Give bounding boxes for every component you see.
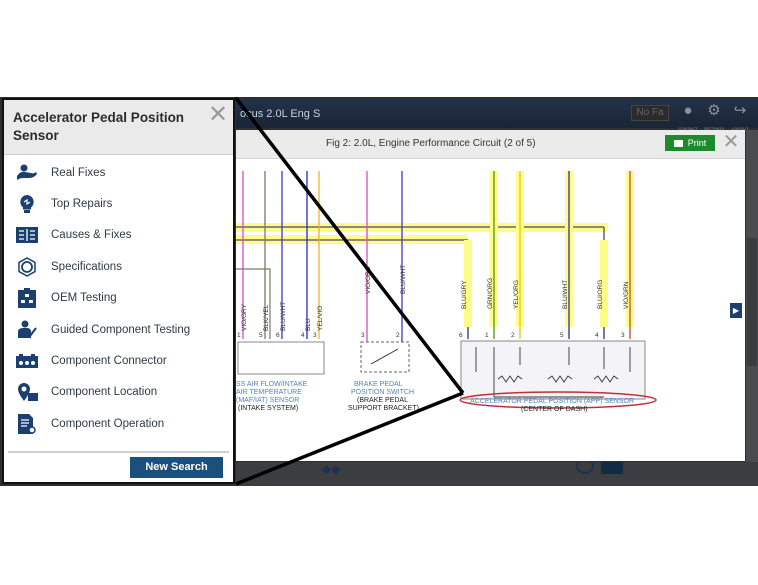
- wire-code-label: VIO/GRY: [241, 303, 248, 331]
- menu-item-label: OEM Testing: [51, 292, 117, 305]
- pin-number: 6: [459, 332, 463, 339]
- wire-code-label: BLU/WHT: [280, 302, 287, 331]
- real-fixes-icon: [16, 163, 38, 183]
- next-figure-button[interactable]: ▶: [730, 303, 742, 318]
- pin-number: 5: [560, 332, 564, 339]
- app-sensor-location: (CENTER OF DASH): [521, 406, 588, 413]
- new-search-button[interactable]: New Search: [130, 457, 223, 478]
- logout-icon[interactable]: ↪ LOGOUT: [728, 102, 752, 131]
- fit-tool-icon[interactable]: [601, 462, 623, 474]
- menu-item-oem-testing[interactable]: OEM Testing: [4, 283, 233, 314]
- wire-code-label: BLU/WHT: [400, 265, 407, 294]
- menu-item-label: Specifications: [51, 260, 122, 273]
- panel-close-icon[interactable]: ✕: [207, 103, 229, 127]
- maf-sensor-label: SS AIR FLOW/INTAKE: [236, 381, 308, 388]
- pin-number: 5: [259, 332, 263, 339]
- modal-close-icon[interactable]: ✕: [722, 132, 740, 152]
- component-menu-panel: Accelerator Pedal Position Sensor ✕ Real…: [2, 98, 235, 484]
- menu-item-specifications[interactable]: Specifications: [4, 251, 233, 282]
- brake-switch-contact: [370, 348, 399, 365]
- wire-code-label: BLU/GRY: [461, 280, 468, 309]
- wire-code-label: VIO/ORG: [365, 266, 372, 294]
- panel-title: Accelerator Pedal Position Sensor: [13, 110, 185, 143]
- brake-switch-label: BRAKE PEDAL: [354, 381, 403, 388]
- wiring-diagram-modal: Fig 2: 2.0L, Engine Performance Circuit …: [236, 130, 745, 461]
- brake-switch-location: (BRAKE PEDAL: [357, 397, 408, 404]
- wire-code-label: BLU: [305, 318, 312, 331]
- menu-item-label: Guided Component Testing: [51, 323, 191, 336]
- wire-code-label: BLU/WHT: [562, 280, 569, 309]
- causes-fixes-icon: [16, 225, 38, 245]
- panel-header: Accelerator Pedal Position Sensor ✕: [4, 100, 233, 155]
- connector-icon: [16, 351, 38, 371]
- pin-number: 4: [301, 332, 305, 339]
- menu-item-real-fixes[interactable]: Real Fixes: [4, 157, 233, 188]
- vehicle-breadcrumb[interactable]: ocus 2.0L Eng S: [240, 108, 320, 120]
- contact-icon[interactable]: ● CONTACT: [676, 102, 700, 131]
- guided-testing-icon: [16, 320, 38, 340]
- menu-item-guided-component-testing[interactable]: Guided Component Testing: [4, 314, 233, 345]
- wire-code-label: YEL/ORG: [513, 280, 520, 309]
- specifications-icon: [16, 256, 38, 277]
- wire-code-label: YEL/VIO: [317, 306, 324, 331]
- wire-code-label: BLK/YEL: [263, 304, 270, 331]
- pin-number: 2: [511, 332, 515, 339]
- menu-item-component-location[interactable]: Component Location: [4, 377, 233, 408]
- favorites-button[interactable]: No Fa: [631, 105, 669, 121]
- printer-icon: [673, 140, 683, 148]
- pin-number: 6: [276, 332, 280, 339]
- maf-sensor-box: [237, 341, 325, 375]
- brake-switch-label: POSITION SWITCH: [351, 389, 414, 396]
- menu-item-label: Real Fixes: [51, 166, 106, 179]
- operation-icon: [16, 413, 38, 434]
- menu-item-label: Top Repairs: [51, 198, 113, 211]
- component-menu: Real Fixes Top Repairs Causes & Fixes Sp…: [4, 157, 233, 440]
- print-button[interactable]: Print: [665, 135, 715, 151]
- print-label: Print: [687, 138, 707, 148]
- oem-testing-icon: [16, 288, 38, 309]
- top-repairs-icon: [16, 194, 38, 214]
- menu-item-label: Causes & Fixes: [51, 229, 132, 242]
- brake-switch-location: SUPPORT BRACKET): [348, 405, 419, 412]
- menu-item-component-connector[interactable]: Component Connector: [4, 345, 233, 376]
- maf-sensor-label: (MAF/IAT) SENSOR: [236, 397, 299, 404]
- modal-header: Fig 2: 2.0L, Engine Performance Circuit …: [236, 130, 745, 159]
- menu-item-top-repairs[interactable]: Top Repairs: [4, 188, 233, 219]
- pin-number: 2: [396, 332, 400, 339]
- scrollbar-thumb[interactable]: [747, 238, 757, 366]
- wire-code-label: VIO/GRN: [623, 281, 630, 309]
- menu-item-label: Component Location: [51, 386, 158, 399]
- app-top-bar: ocus 2.0L Eng S No Fa ● CONTACT ⚙ SETTINGS…: [236, 99, 758, 131]
- wiring-diagram[interactable]: VIO/GRY1BLK/YEL5BLU/WHT6BLU4YEL/VIO3SS A…: [236, 159, 745, 461]
- wire-code-label: BLU/ORG: [597, 280, 604, 309]
- settings-icon[interactable]: ⚙ SETTINGS: [702, 102, 726, 131]
- app-bottom-toolbar: ◆◆: [236, 458, 758, 486]
- pin-number: 3: [313, 332, 317, 339]
- app-sensor-box: [460, 340, 646, 400]
- modal-scrollbar[interactable]: [746, 130, 758, 462]
- brake-switch-box: [360, 341, 410, 373]
- maf-sensor-label: AIR TEMPERATURE: [236, 389, 302, 396]
- pin-number: 4: [595, 332, 599, 339]
- pin-number: 1: [485, 332, 489, 339]
- panel-divider: [8, 451, 229, 453]
- location-icon: [16, 382, 38, 402]
- app-sensor-label: ACCELERATOR PEDAL POSITION (APP) SENSOR: [470, 398, 634, 405]
- maf-sensor-location: (INTAKE SYSTEM): [238, 405, 298, 412]
- menu-item-component-operation[interactable]: Component Operation: [4, 408, 233, 439]
- menu-item-causes-fixes[interactable]: Causes & Fixes: [4, 220, 233, 251]
- wire-code-label: GRN/ORG: [487, 278, 494, 309]
- pin-number: 3: [361, 332, 365, 339]
- pin-number: 1: [237, 332, 241, 339]
- pan-tool-icon[interactable]: ◆◆: [322, 462, 362, 476]
- pin-number: 3: [621, 332, 625, 339]
- menu-item-label: Component Connector: [51, 355, 167, 368]
- modal-title: Fig 2: 2.0L, Engine Performance Circuit …: [326, 138, 536, 149]
- menu-item-label: Component Operation: [51, 417, 165, 430]
